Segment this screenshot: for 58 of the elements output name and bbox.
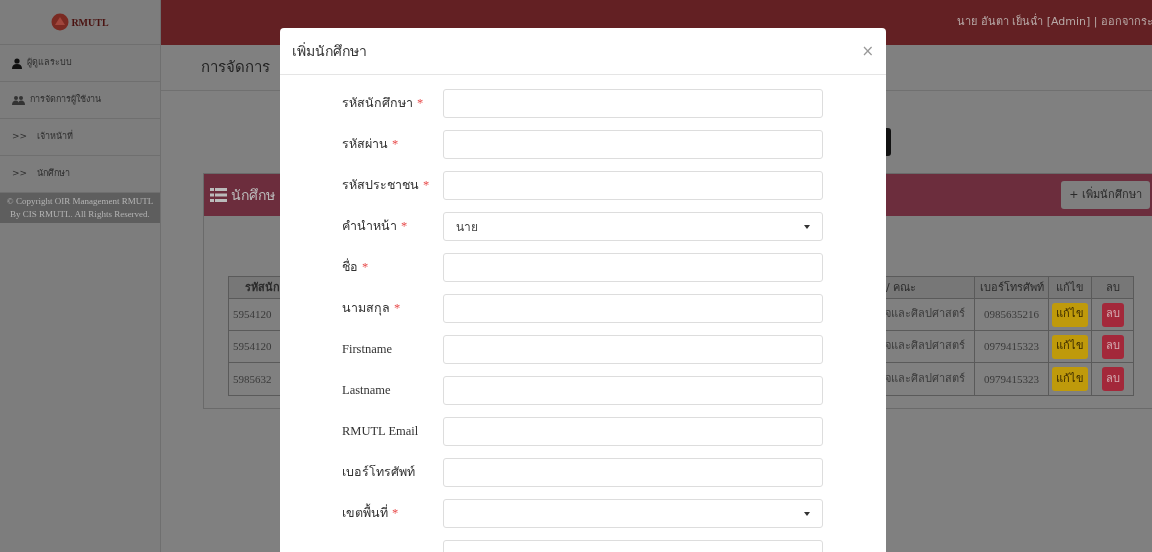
user-icon [12, 57, 22, 69]
delete-button[interactable]: ลบ [1101, 302, 1124, 327]
table-cell-text: 0979415323 [984, 371, 1039, 387]
field-label: ชื่อ * [342, 258, 369, 277]
column-header: แก้ไข [1049, 277, 1092, 298]
caret-icon [804, 224, 810, 229]
input-field[interactable] [443, 458, 823, 487]
table-cell: จและศิลปศาสตร์ [885, 338, 965, 355]
field-label: Firstname [342, 341, 392, 359]
field-label: เขตพื้นที่ * [342, 504, 399, 523]
input-field[interactable] [443, 376, 823, 405]
field-label: รหัสผ่าน * [342, 136, 399, 154]
column-header: เบอร์โทรศัพท์ [975, 277, 1049, 298]
table-cell-text: 0985635216 [984, 307, 1039, 323]
sidebar-item[interactable]: >> เจ้าหน้าที่ [0, 119, 160, 156]
edit-button[interactable]: แก้ไข [1052, 302, 1088, 327]
input-field[interactable] [443, 294, 823, 323]
input-field[interactable] [443, 171, 823, 200]
panel-title: นักศึกษ [231, 185, 275, 205]
copyright-text: © Copyright OIR Management RMUTL By CIS RMUTL. All Rights Reserved. [0, 193, 160, 223]
logo: RMUTL [51, 13, 109, 31]
page-title: การจัดการ [201, 57, 270, 79]
edit-button[interactable]: แก้ไข [1052, 334, 1088, 359]
logo-emblem-icon [51, 13, 70, 31]
delete-button[interactable]: ลบ [1101, 367, 1124, 391]
column-header: รหัสนัก [244, 280, 281, 296]
delete-button[interactable]: ลบ [1101, 334, 1124, 359]
caret-icon [804, 511, 810, 516]
user-info: นาย อันตา เย็นฉ่ำ [Admin] | ออกจากระ [957, 14, 1152, 31]
field-label: Lastname [342, 382, 391, 400]
edit-button[interactable]: แก้ไข [1052, 367, 1088, 391]
field-label: นามสกุล * [342, 300, 401, 318]
input-field[interactable] [443, 253, 823, 282]
table-cell-text: 5954120 [232, 307, 273, 323]
close-button[interactable]: × [861, 43, 874, 59]
input-field[interactable] [443, 130, 823, 159]
input-field[interactable] [443, 417, 823, 446]
field-label: รหัสประชาชน * [342, 177, 430, 195]
input-field[interactable] [443, 89, 823, 118]
sidebar-item[interactable]: ผู้ดูแลระบบ [0, 45, 160, 82]
column-header: ลบ [1104, 280, 1121, 296]
users-icon [12, 95, 25, 105]
table-cell-text: 5985632 [232, 371, 273, 387]
field-label: คำนำหน้า * [342, 218, 408, 236]
table-cell-text: จและศิลปศาสตร์ [885, 370, 965, 387]
table-cell-text: 0979415323 [984, 339, 1039, 355]
table-cell: จและศิลปศาสตร์ [885, 306, 965, 323]
field-label: รหัสนักศึกษา * [342, 95, 424, 113]
list-icon [210, 188, 227, 202]
add-student-button[interactable]: + เพิ่มนักศึกษา [1061, 181, 1150, 209]
input-field[interactable] [443, 335, 823, 364]
field-label: RMUTL Email [342, 423, 419, 441]
select-field[interactable] [443, 499, 823, 528]
field-label: เบอร์โทรศัพท์ [342, 464, 415, 482]
select-field[interactable]: นาย [443, 212, 823, 241]
sidebar-item[interactable]: การจัดการผู้ใช้งาน [0, 82, 160, 119]
table-cell-text: 5954120 [232, 339, 273, 355]
dialog-title: เพิ่มนักศึกษา [292, 41, 367, 61]
